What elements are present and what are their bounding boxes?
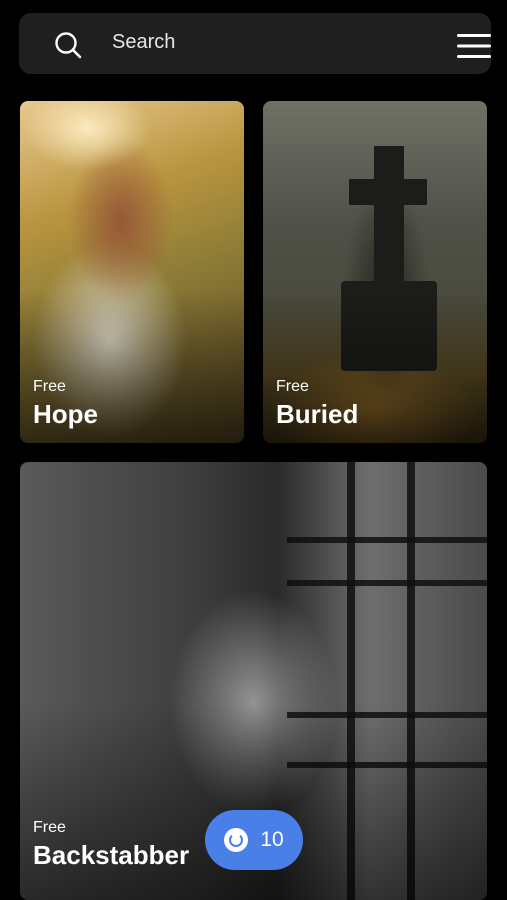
search-bar[interactable]: Search	[19, 13, 491, 74]
coin-count: 10	[260, 828, 284, 851]
card-title: Hope	[33, 399, 98, 429]
free-tag: Free	[276, 378, 309, 395]
story-card-hope[interactable]: Free Hope	[20, 101, 244, 443]
search-icon[interactable]	[53, 30, 83, 60]
cross-image	[349, 179, 427, 205]
story-card-buried[interactable]: Free Buried	[263, 101, 487, 443]
app-screen: Search Free Hope Free Buried Free Backst…	[0, 0, 507, 900]
hamburger-menu-icon[interactable]	[457, 33, 491, 59]
card-title: Backstabber	[33, 840, 190, 870]
free-tag: Free	[33, 819, 66, 836]
coin-balance-button[interactable]: 10	[205, 810, 303, 870]
search-input[interactable]: Search	[112, 31, 175, 54]
card-title: Buried	[276, 399, 359, 429]
free-tag: Free	[33, 378, 66, 395]
coin-icon	[224, 828, 249, 852]
